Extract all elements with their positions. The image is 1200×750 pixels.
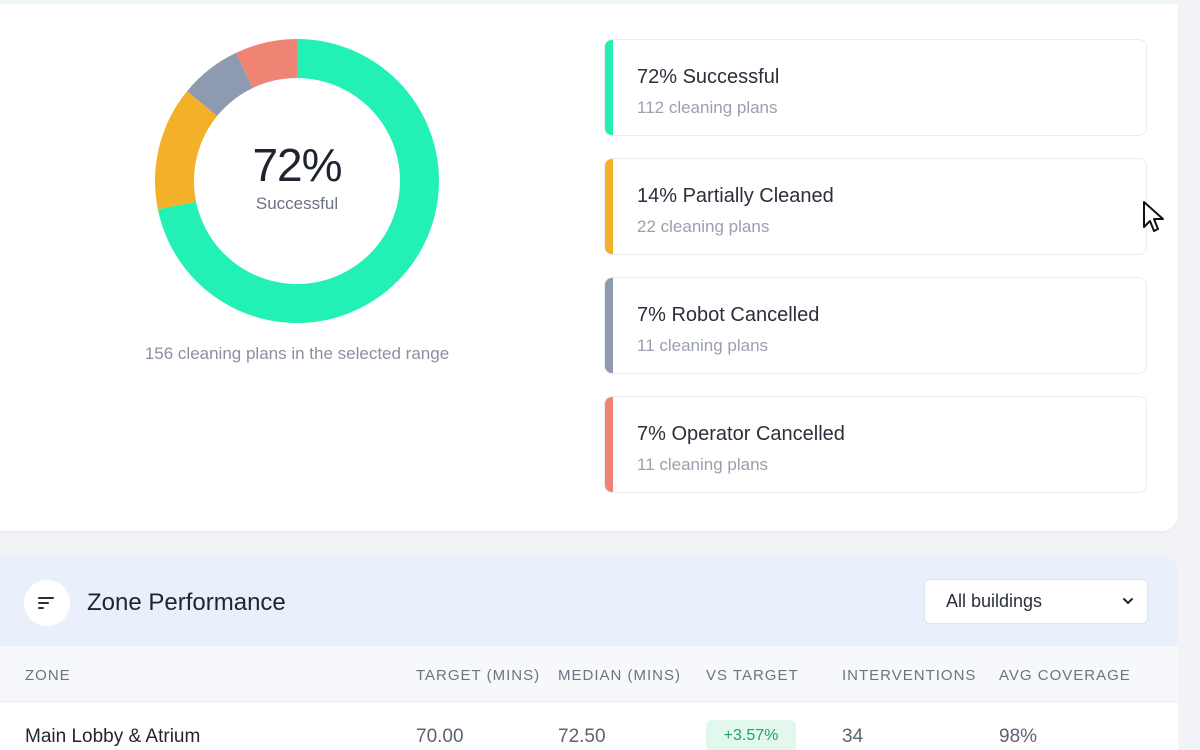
building-filter-value: All buildings: [946, 591, 1043, 611]
building-filter-select[interactable]: All buildings: [924, 579, 1148, 624]
column-header-interventions[interactable]: INTERVENTIONS: [842, 667, 976, 684]
column-header-avg-coverage[interactable]: AVG COVERAGE: [999, 667, 1131, 684]
table-row[interactable]: Main Lobby & Atrium 70.00 72.50 +3.57% 3…: [0, 702, 1178, 750]
legend-count: 22 cleaning plans: [637, 217, 770, 236]
zone-performance-header: Zone Performance All buildings: [0, 556, 1178, 646]
legend-color-bar: [605, 278, 613, 373]
legend-count: 11 cleaning plans: [637, 336, 769, 355]
zone-performance-title: Zone Performance: [87, 589, 286, 616]
legend-item-successful[interactable]: 72% Successful 112 cleaning plans: [604, 39, 1147, 136]
legend-title: 72% Successful: [637, 66, 780, 88]
legend-color-bar: [605, 397, 613, 492]
cell-coverage: 98%: [999, 726, 1038, 747]
legend-color-bar: [605, 159, 613, 254]
legend-count: 11 cleaning plans: [637, 455, 769, 474]
legend-title: 7% Robot Cancelled: [637, 304, 820, 326]
donut-percentage: 72%: [252, 139, 342, 191]
cleaning-status-card: 72% Successful 156 cleaning plans in the…: [0, 4, 1178, 531]
sort-button[interactable]: [24, 580, 70, 626]
status-donut-chart: 72% Successful: [155, 39, 439, 323]
cell-zone: Main Lobby & Atrium: [25, 726, 201, 747]
vs-target-badge: +3.57%: [706, 720, 796, 750]
column-header-zone[interactable]: ZONE: [25, 667, 71, 684]
mouse-cursor-icon: [1143, 201, 1164, 232]
cell-median: 72.50: [558, 726, 606, 747]
legend-color-bar: [605, 40, 613, 135]
donut-label: Successful: [255, 194, 339, 213]
zone-performance-card: Zone Performance All buildings ZONE TARG…: [0, 556, 1178, 750]
legend-item-robot-cancelled[interactable]: 7% Robot Cancelled 11 cleaning plans: [604, 277, 1147, 374]
legend-title: 7% Operator Cancelled: [637, 423, 845, 445]
column-header-target[interactable]: TARGET (MINS): [416, 667, 540, 684]
cell-interventions: 34: [842, 726, 864, 747]
chevron-down-icon: [1123, 598, 1133, 604]
legend-item-operator-cancelled[interactable]: 7% Operator Cancelled 11 cleaning plans: [604, 396, 1147, 493]
cell-target: 70.00: [416, 726, 464, 747]
donut-center: 72% Successful: [155, 39, 439, 323]
column-header-vs-target[interactable]: VS TARGET: [706, 667, 799, 684]
legend-title: 14% Partially Cleaned: [637, 185, 834, 207]
legend-item-partially-cleaned[interactable]: 14% Partially Cleaned 22 cleaning plans: [604, 158, 1147, 255]
zone-table-header: ZONE TARGET (MINS) MEDIAN (MINS) VS TARG…: [0, 646, 1178, 702]
status-legend: 72% Successful 112 cleaning plans 14% Pa…: [604, 39, 1147, 515]
legend-count: 112 cleaning plans: [637, 98, 778, 117]
donut-caption: 156 cleaning plans in the selected range: [144, 344, 450, 363]
sort-lines-icon: [38, 597, 54, 609]
column-header-median[interactable]: MEDIAN (MINS): [558, 667, 681, 684]
